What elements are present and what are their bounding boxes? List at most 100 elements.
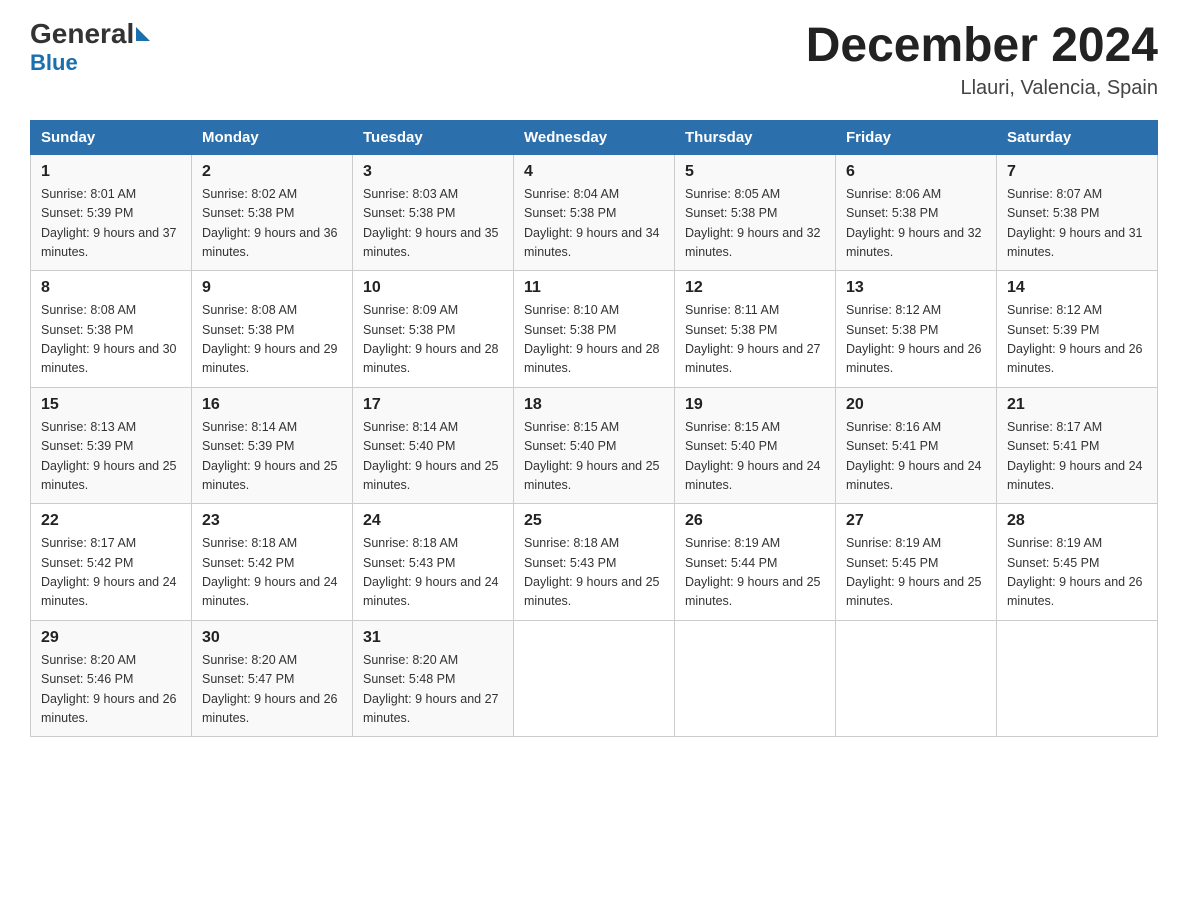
day-info: Sunrise: 8:09 AMSunset: 5:38 PMDaylight:… [363,301,503,379]
day-cell: 11Sunrise: 8:10 AMSunset: 5:38 PMDayligh… [514,271,675,388]
day-info: Sunrise: 8:19 AMSunset: 5:45 PMDaylight:… [1007,534,1147,612]
day-cell: 25 Sunrise: 8:18 AMSunset: 5:43 PMDayligh… [514,504,675,621]
day-number: 14 [1007,279,1147,297]
page-title: December 2024 [806,20,1158,73]
day-info: Sunrise: 8:10 AMSunset: 5:38 PMDaylight:… [524,301,664,379]
day-number: 15 [41,396,181,414]
day-cell: 6Sunrise: 8:06 AMSunset: 5:38 PMDaylight… [836,154,997,271]
day-cell: 21 Sunrise: 8:17 AMSunset: 5:41 PMDayligh… [997,387,1158,504]
day-cell: 28 Sunrise: 8:19 AMSunset: 5:45 PMDayligh… [997,504,1158,621]
day-cell: 19Sunrise: 8:15 AMSunset: 5:40 PMDayligh… [675,387,836,504]
page-header: General Blue December 2024 Llauri, Valen… [30,20,1158,100]
day-number: 7 [1007,163,1147,181]
day-number: 4 [524,163,664,181]
day-info: Sunrise: 8:20 AMSunset: 5:46 PMDaylight:… [41,651,181,729]
day-number: 3 [363,163,503,181]
week-row-2: 8Sunrise: 8:08 AMSunset: 5:38 PMDaylight… [31,271,1158,388]
day-number: 25 [524,512,664,530]
day-number: 21 [1007,396,1147,414]
day-info: Sunrise: 8:13 AMSunset: 5:39 PMDaylight:… [41,418,181,496]
header-wednesday: Wednesday [514,120,675,154]
calendar-table: SundayMondayTuesdayWednesdayThursdayFrid… [30,120,1158,738]
day-cell: 8Sunrise: 8:08 AMSunset: 5:38 PMDaylight… [31,271,192,388]
calendar-header-row: SundayMondayTuesdayWednesdayThursdayFrid… [31,120,1158,154]
day-cell: 13 Sunrise: 8:12 AMSunset: 5:38 PMDayligh… [836,271,997,388]
day-cell: 5 Sunrise: 8:05 AMSunset: 5:38 PMDaylight… [675,154,836,271]
day-info: Sunrise: 8:03 AMSunset: 5:38 PMDaylight:… [363,185,503,263]
day-cell: 2 Sunrise: 8:02 AMSunset: 5:38 PMDaylight… [192,154,353,271]
week-row-5: 29Sunrise: 8:20 AMSunset: 5:46 PMDayligh… [31,620,1158,737]
day-number: 13 [846,279,986,297]
day-cell: 31Sunrise: 8:20 AMSunset: 5:48 PMDayligh… [353,620,514,737]
day-number: 24 [363,512,503,530]
day-info: Sunrise: 8:19 AMSunset: 5:44 PMDaylight:… [685,534,825,612]
day-info: Sunrise: 8:17 AMSunset: 5:42 PMDaylight:… [41,534,181,612]
day-info: Sunrise: 8:18 AMSunset: 5:43 PMDaylight:… [524,534,664,612]
day-info: Sunrise: 8:07 AMSunset: 5:38 PMDaylight:… [1007,185,1147,263]
day-cell: 30Sunrise: 8:20 AMSunset: 5:47 PMDayligh… [192,620,353,737]
day-number: 20 [846,396,986,414]
day-cell [675,620,836,737]
day-number: 18 [524,396,664,414]
day-number: 27 [846,512,986,530]
day-number: 17 [363,396,503,414]
day-number: 26 [685,512,825,530]
day-cell: 27 Sunrise: 8:19 AMSunset: 5:45 PMDayligh… [836,504,997,621]
day-cell: 26 Sunrise: 8:19 AMSunset: 5:44 PMDayligh… [675,504,836,621]
day-cell: 17 Sunrise: 8:14 AMSunset: 5:40 PMDayligh… [353,387,514,504]
day-number: 1 [41,163,181,181]
day-cell: 10 Sunrise: 8:09 AMSunset: 5:38 PMDayligh… [353,271,514,388]
day-cell [836,620,997,737]
day-info: Sunrise: 8:02 AMSunset: 5:38 PMDaylight:… [202,185,342,263]
day-info: Sunrise: 8:15 AMSunset: 5:40 PMDaylight:… [685,418,825,496]
day-number: 9 [202,279,342,297]
day-number: 23 [202,512,342,530]
day-info: Sunrise: 8:14 AMSunset: 5:39 PMDaylight:… [202,418,342,496]
day-info: Sunrise: 8:08 AMSunset: 5:38 PMDaylight:… [202,301,342,379]
week-row-4: 22 Sunrise: 8:17 AMSunset: 5:42 PMDayligh… [31,504,1158,621]
day-cell: 12 Sunrise: 8:11 AMSunset: 5:38 PMDayligh… [675,271,836,388]
day-number: 31 [363,629,503,647]
day-cell: 4 Sunrise: 8:04 AMSunset: 5:38 PMDaylight… [514,154,675,271]
logo-general-text: General [30,20,134,48]
logo-triangle-icon [136,27,150,41]
title-section: December 2024 Llauri, Valencia, Spain [806,20,1158,100]
week-row-1: 1 Sunrise: 8:01 AMSunset: 5:39 PMDaylight… [31,154,1158,271]
day-info: Sunrise: 8:12 AMSunset: 5:38 PMDaylight:… [846,301,986,379]
day-info: Sunrise: 8:18 AMSunset: 5:43 PMDaylight:… [363,534,503,612]
day-cell: 22 Sunrise: 8:17 AMSunset: 5:42 PMDayligh… [31,504,192,621]
logo-blue-text: Blue [30,50,150,76]
day-cell: 14Sunrise: 8:12 AMSunset: 5:39 PMDayligh… [997,271,1158,388]
day-info: Sunrise: 8:04 AMSunset: 5:38 PMDaylight:… [524,185,664,263]
day-number: 6 [846,163,986,181]
page-subtitle: Llauri, Valencia, Spain [806,77,1158,100]
day-info: Sunrise: 8:19 AMSunset: 5:45 PMDaylight:… [846,534,986,612]
week-row-3: 15 Sunrise: 8:13 AMSunset: 5:39 PMDayligh… [31,387,1158,504]
day-info: Sunrise: 8:17 AMSunset: 5:41 PMDaylight:… [1007,418,1147,496]
day-info: Sunrise: 8:11 AMSunset: 5:38 PMDaylight:… [685,301,825,379]
day-info: Sunrise: 8:05 AMSunset: 5:38 PMDaylight:… [685,185,825,263]
day-info: Sunrise: 8:08 AMSunset: 5:38 PMDaylight:… [41,301,181,379]
day-cell: 7 Sunrise: 8:07 AMSunset: 5:38 PMDaylight… [997,154,1158,271]
day-number: 2 [202,163,342,181]
day-cell [514,620,675,737]
day-number: 12 [685,279,825,297]
day-number: 10 [363,279,503,297]
day-info: Sunrise: 8:14 AMSunset: 5:40 PMDaylight:… [363,418,503,496]
day-info: Sunrise: 8:01 AMSunset: 5:39 PMDaylight:… [41,185,181,263]
day-cell: 18 Sunrise: 8:15 AMSunset: 5:40 PMDayligh… [514,387,675,504]
day-number: 22 [41,512,181,530]
day-number: 28 [1007,512,1147,530]
day-number: 30 [202,629,342,647]
day-cell: 1 Sunrise: 8:01 AMSunset: 5:39 PMDaylight… [31,154,192,271]
day-cell: 20Sunrise: 8:16 AMSunset: 5:41 PMDayligh… [836,387,997,504]
day-cell: 3 Sunrise: 8:03 AMSunset: 5:38 PMDaylight… [353,154,514,271]
day-cell: 9 Sunrise: 8:08 AMSunset: 5:38 PMDaylight… [192,271,353,388]
day-info: Sunrise: 8:15 AMSunset: 5:40 PMDaylight:… [524,418,664,496]
logo: General Blue [30,20,150,76]
day-number: 16 [202,396,342,414]
day-number: 5 [685,163,825,181]
header-saturday: Saturday [997,120,1158,154]
day-cell [997,620,1158,737]
day-cell: 16 Sunrise: 8:14 AMSunset: 5:39 PMDayligh… [192,387,353,504]
